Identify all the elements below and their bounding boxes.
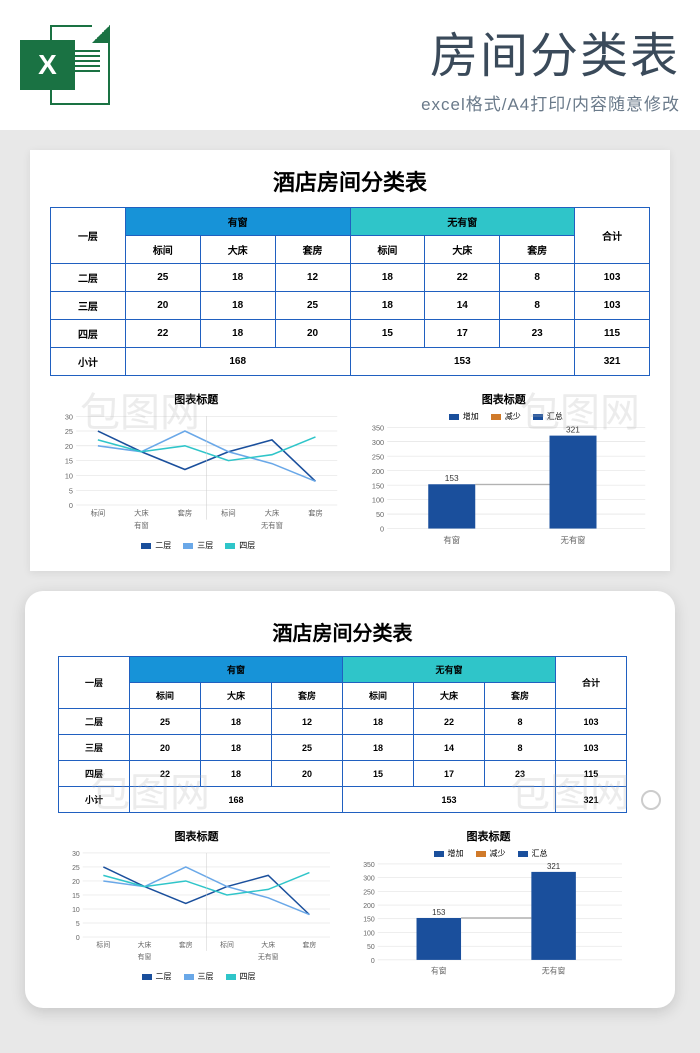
table-row: 三层 20 18 25 18 14 8 103 [51, 292, 650, 320]
svg-text:有窗: 有窗 [431, 966, 447, 976]
chart-title: 图表标题 [358, 391, 651, 407]
data-table: 一层 有窗 无有窗 合计 标间 大床 套房 标间 大床 套房 二层 25 18 … [50, 207, 650, 376]
svg-text:大床: 大床 [134, 508, 149, 517]
svg-text:大床: 大床 [261, 940, 275, 949]
svg-text:无有窗: 无有窗 [261, 521, 283, 530]
svg-text:300: 300 [371, 438, 383, 447]
table-row: 四层 22 18 20 15 17 23 115 [51, 320, 650, 348]
svg-text:标间: 标间 [91, 508, 106, 517]
svg-text:5: 5 [69, 486, 73, 495]
svg-text:0: 0 [380, 525, 384, 534]
svg-text:无有窗: 无有窗 [560, 535, 585, 545]
svg-text:大床: 大床 [265, 508, 280, 517]
svg-text:15: 15 [65, 457, 73, 466]
page-header: X 房间分类表 excel格式/A4打印/内容随意修改 [0, 0, 700, 130]
svg-text:5: 5 [76, 921, 80, 928]
bar-chart: 图表标题 增加减少汇总 0 50 100 150 200 250 300 350 153 321 有… [358, 391, 651, 551]
line-chart: 图表标题 051015202530标间大床套房标间大床套房有窗无有窗 二层三层四… [58, 828, 335, 982]
svg-text:大床: 大床 [138, 940, 152, 949]
svg-text:200: 200 [363, 903, 375, 910]
svg-text:153: 153 [444, 473, 458, 483]
svg-text:50: 50 [367, 945, 375, 952]
svg-text:标间: 标间 [96, 940, 110, 949]
excel-icon-letter: X [20, 40, 75, 90]
svg-text:套房: 套房 [178, 508, 193, 517]
svg-text:100: 100 [371, 496, 383, 505]
svg-text:有窗: 有窗 [138, 952, 152, 961]
svg-text:套房: 套房 [179, 940, 193, 949]
tablet-mockup: 酒店房间分类表 一层 有窗 无有窗 合计 标间 大床 套房 标间 大床 套房 二… [25, 591, 675, 1008]
group-header-1: 有窗 [125, 208, 350, 236]
svg-text:套房: 套房 [308, 508, 323, 517]
header-title: 房间分类表 [125, 16, 680, 86]
svg-text:25: 25 [65, 427, 73, 436]
svg-text:150: 150 [363, 917, 375, 924]
svg-text:25: 25 [72, 865, 80, 872]
header-subtitle: excel格式/A4打印/内容随意修改 [125, 90, 680, 115]
svg-text:10: 10 [65, 472, 73, 481]
bar-chart-svg: 0 50 100 150 200 250 300 350 153 321 有窗 无有窗 [358, 422, 650, 547]
svg-text:153: 153 [432, 908, 446, 917]
svg-text:350: 350 [371, 423, 383, 432]
svg-text:200: 200 [371, 467, 383, 476]
total-header: 合计 [575, 208, 650, 264]
svg-text:标间: 标间 [221, 508, 236, 517]
data-table: 一层 有窗 无有窗 合计 标间 大床 套房 标间 大床 套房 二层 251812… [58, 656, 627, 813]
subtotal-row: 小计 168 153 321 [51, 348, 650, 376]
group-header-2: 无有窗 [350, 208, 575, 236]
svg-text:20: 20 [72, 879, 80, 886]
svg-text:15: 15 [72, 893, 80, 900]
svg-text:有窗: 有窗 [443, 535, 460, 545]
svg-text:30: 30 [72, 851, 80, 858]
line-legend: 二层三层四层 [50, 540, 343, 551]
svg-text:20: 20 [65, 442, 73, 451]
svg-text:有窗: 有窗 [134, 521, 149, 530]
spreadsheet-preview: 酒店房间分类表 一层 有窗 无有窗 合计 标间 大床 套房 标间 大床 套房 二… [30, 150, 670, 571]
svg-text:0: 0 [69, 501, 73, 510]
column-header-row: 标间 大床 套房 标间 大床 套房 [51, 236, 650, 264]
svg-text:250: 250 [363, 890, 375, 897]
excel-icon: X [20, 20, 110, 110]
svg-text:350: 350 [363, 862, 375, 869]
sheet-title: 酒店房间分类表 [58, 617, 627, 646]
svg-text:50: 50 [375, 510, 383, 519]
svg-text:321: 321 [547, 862, 561, 871]
line-chart-svg: 0 5 10 15 20 25 30 标间 大床 套房 标间 大床 套房有窗 无有窗 [50, 411, 342, 536]
svg-text:无有窗: 无有窗 [542, 966, 566, 976]
table-row: 二层 25 18 12 18 22 8 103 [51, 264, 650, 292]
sheet-title: 酒店房间分类表 [50, 165, 650, 197]
corner-cell: 一层 [51, 208, 126, 264]
line-chart: 图表标题 0 5 10 15 20 25 30 标间 大床 套房 标间 大床 套房有窗 无有窗 二层三层四… [50, 391, 343, 551]
svg-text:100: 100 [363, 931, 375, 938]
svg-text:300: 300 [363, 876, 375, 883]
svg-text:套房: 套房 [303, 940, 317, 949]
svg-text:150: 150 [371, 481, 383, 490]
bar-legend: 增加减少汇总 [358, 411, 651, 422]
svg-text:10: 10 [72, 907, 80, 914]
svg-text:标间: 标间 [220, 940, 234, 949]
svg-text:250: 250 [371, 452, 383, 461]
svg-text:30: 30 [65, 412, 73, 421]
bar-chart: 图表标题 增加减少汇总 050100150200250300350153321有… [350, 828, 627, 982]
svg-text:无有窗: 无有窗 [258, 952, 279, 961]
svg-text:0: 0 [76, 935, 80, 942]
chart-title: 图表标题 [50, 391, 343, 407]
svg-text:321: 321 [566, 424, 580, 434]
svg-text:0: 0 [371, 958, 375, 965]
